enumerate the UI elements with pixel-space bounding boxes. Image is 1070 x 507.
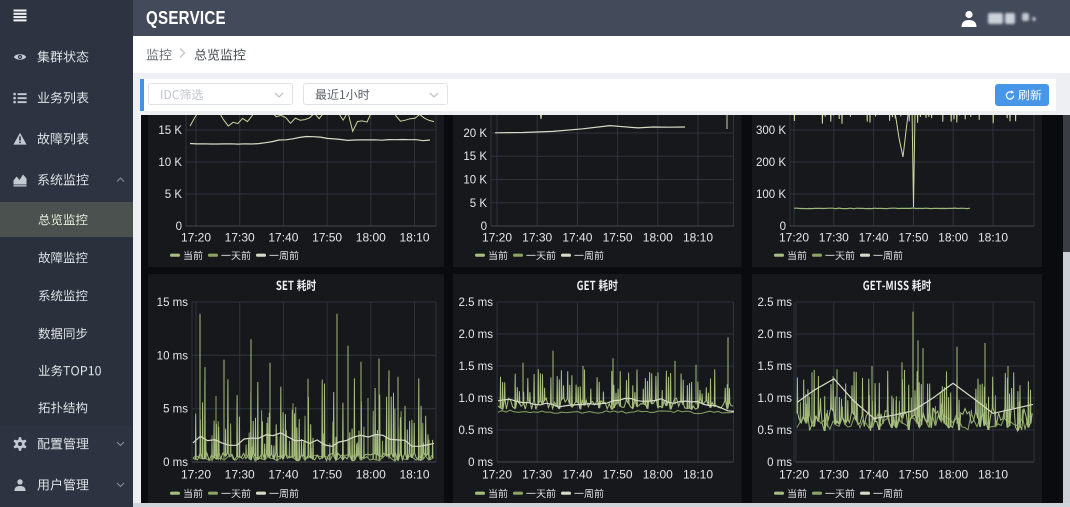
svg-text:17:40: 17:40: [562, 468, 592, 482]
svg-text:10 K: 10 K: [158, 157, 182, 169]
svg-text:1.0 ms: 1.0 ms: [757, 393, 792, 405]
svg-text:15 K: 15 K: [463, 151, 487, 163]
svg-text:0.5 ms: 0.5 ms: [757, 425, 792, 437]
svg-text:17:50: 17:50: [312, 468, 342, 482]
svg-text:5 K: 5 K: [470, 198, 488, 210]
svg-text:17:20: 17:20: [180, 468, 210, 482]
svg-text:18:00: 18:00: [355, 468, 385, 482]
svg-text:1.5 ms: 1.5 ms: [458, 361, 493, 373]
svg-text:17:50: 17:50: [603, 231, 633, 245]
svg-text:10 K: 10 K: [463, 175, 487, 187]
svg-text:17:30: 17:30: [522, 231, 552, 245]
svg-text:100 K: 100 K: [756, 189, 786, 201]
svg-text:200 K: 200 K: [756, 157, 786, 169]
svg-text:17:50: 17:50: [898, 468, 928, 482]
svg-text:18:10: 18:10: [683, 468, 713, 482]
svg-text:17:20: 17:20: [779, 468, 809, 482]
svg-text:2.5 ms: 2.5 ms: [757, 297, 792, 309]
svg-text:18:10: 18:10: [978, 231, 1008, 245]
svg-text:18:00: 18:00: [643, 468, 673, 482]
svg-text:17:50: 17:50: [898, 231, 928, 245]
svg-text:17:30: 17:30: [819, 231, 849, 245]
svg-text:20 K: 20 K: [463, 128, 487, 140]
svg-text:17:50: 17:50: [312, 231, 342, 245]
svg-text:1.5 ms: 1.5 ms: [757, 361, 792, 373]
svg-text:17:20: 17:20: [482, 231, 512, 245]
svg-text:18:00: 18:00: [355, 231, 385, 245]
svg-text:17:40: 17:40: [268, 468, 298, 482]
svg-text:15 K: 15 K: [158, 125, 182, 137]
svg-text:5 ms: 5 ms: [163, 404, 188, 416]
svg-text:17:20: 17:20: [779, 231, 809, 245]
svg-text:10 ms: 10 ms: [156, 350, 188, 362]
svg-text:17:30: 17:30: [224, 468, 254, 482]
svg-text:2.0 ms: 2.0 ms: [458, 329, 493, 341]
svg-text:18:10: 18:10: [978, 468, 1008, 482]
svg-text:2.0 ms: 2.0 ms: [757, 329, 792, 341]
svg-text:18:00: 18:00: [938, 231, 968, 245]
svg-text:17:40: 17:40: [859, 231, 889, 245]
svg-text:18:00: 18:00: [643, 231, 673, 245]
svg-text:5 K: 5 K: [164, 189, 182, 201]
svg-text:18:10: 18:10: [399, 231, 429, 245]
svg-text:2.5 ms: 2.5 ms: [458, 297, 493, 309]
svg-text:1.0 ms: 1.0 ms: [458, 393, 493, 405]
svg-text:17:20: 17:20: [180, 231, 210, 245]
svg-text:17:30: 17:30: [819, 468, 849, 482]
svg-text:0.5 ms: 0.5 ms: [458, 425, 493, 437]
svg-text:15 ms: 15 ms: [156, 297, 188, 309]
svg-text:17:30: 17:30: [224, 231, 254, 245]
svg-text:17:50: 17:50: [603, 468, 633, 482]
svg-text:17:40: 17:40: [562, 231, 592, 245]
svg-text:17:40: 17:40: [268, 231, 298, 245]
svg-text:17:30: 17:30: [522, 468, 552, 482]
svg-text:17:20: 17:20: [482, 468, 512, 482]
svg-text:17:40: 17:40: [859, 468, 889, 482]
svg-text:300 K: 300 K: [756, 125, 786, 137]
svg-text:18:10: 18:10: [683, 231, 713, 245]
svg-text:18:10: 18:10: [399, 468, 429, 482]
svg-text:18:00: 18:00: [938, 468, 968, 482]
